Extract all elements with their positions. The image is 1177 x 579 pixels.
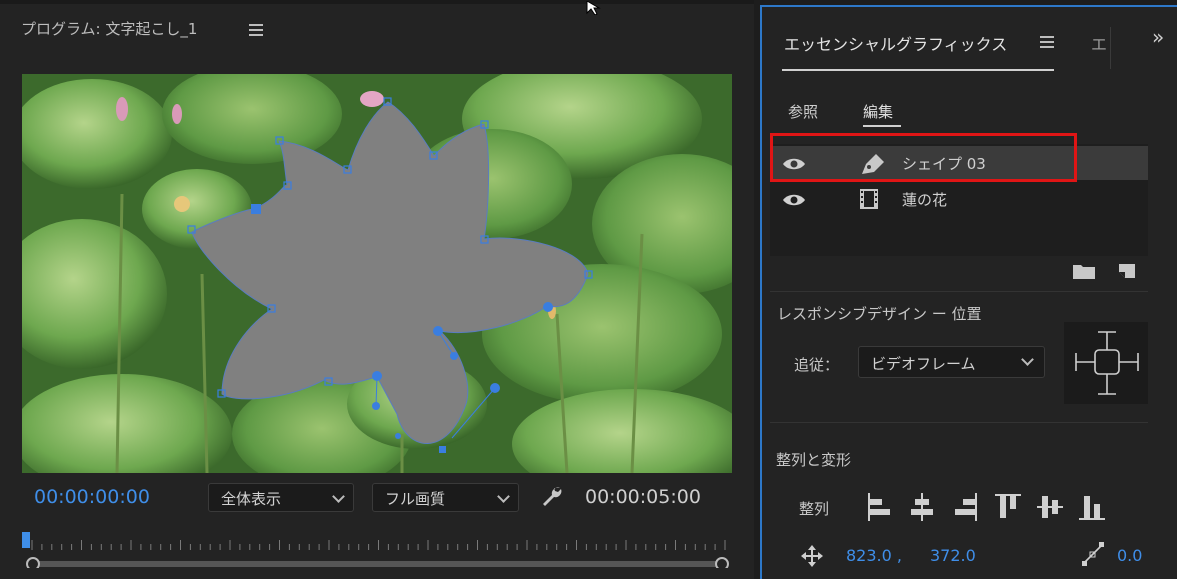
align-top-icon[interactable] [993,491,1023,523]
zoom-level-value: 全体表示 [221,490,282,508]
layer-name: 蓮の花 [902,191,948,209]
align-label: 整列 [799,500,830,518]
video-viewer[interactable] [22,74,732,473]
film-icon [858,188,880,214]
position-move-icon [800,544,824,572]
program-monitor-panel: プログラム: 文字起こし_1 00:00:00:00 全体表示 フル画質 00:… [0,0,754,579]
essential-graphics-tab-title[interactable]: エッセンシャルグラフィックス [784,31,1007,55]
active-tab-underline [782,69,1054,71]
section-divider [770,291,1148,292]
current-timecode[interactable]: 00:00:00:00 [34,486,150,508]
next-panel-tab[interactable]: エ [1091,31,1107,55]
align-left-icon[interactable] [865,491,895,523]
responsive-design-label: レスポンシブデザイン ー 位置 [777,305,982,323]
zoom-scroll-handle-left [26,557,40,568]
layer-list: シェイプ 03 蓮の花 [770,144,1148,256]
align-center-h-icon[interactable] [907,491,937,523]
pen-icon [858,152,886,180]
anchor-value[interactable]: 0.0 [1117,546,1142,565]
align-and-transform-label: 整列と変形 [776,451,852,469]
program-monitor-title[interactable]: プログラム: 文字起こし_1 [21,18,197,39]
zoom-level-select[interactable]: 全体表示 [208,483,354,512]
layer-row-shape[interactable]: シェイプ 03 [770,146,1148,180]
align-bottom-icon[interactable] [1077,491,1107,523]
position-x-value[interactable]: 823.0 , [846,546,902,565]
align-center-v-icon[interactable] [1035,491,1065,523]
panel-top-border [0,0,754,4]
position-y-value[interactable]: 372.0 [930,546,976,565]
tab-divider [1110,27,1111,69]
playhead-marker [22,532,30,548]
pin-position-widget[interactable] [1064,322,1148,404]
chevron-down-icon [1021,353,1034,366]
chevron-down-icon [497,490,510,503]
overflow-chevron-icon[interactable]: » [1152,25,1164,49]
tab-edit-underline [863,125,901,127]
zoom-scroll-handle-right [715,557,729,568]
layer-name: シェイプ 03 [902,155,986,173]
eye-icon[interactable] [782,156,806,176]
new-layer-icon[interactable] [1116,262,1138,284]
anchor-point-icon [1080,541,1106,571]
duration-timecode: 00:00:05:00 [585,486,701,508]
playback-quality-select[interactable]: フル画質 [372,483,519,512]
follow-select[interactable]: ビデオフレーム [858,346,1045,378]
tab-edit[interactable]: 編集 [863,101,893,122]
mouse-cursor-icon [585,0,605,19]
wrench-icon[interactable] [540,484,564,512]
hamburger-menu-icon[interactable] [249,24,263,36]
tab-browse[interactable]: 参照 [788,101,818,122]
align-right-icon[interactable] [950,491,980,523]
lotus-video-frame [22,74,732,473]
playback-quality-value: フル画質 [385,490,446,508]
follow-select-value: ビデオフレーム [871,355,976,373]
hamburger-menu-icon[interactable] [1040,36,1054,48]
layer-row-video[interactable]: 蓮の花 [770,182,1148,216]
timeline-ruler[interactable] [22,528,734,568]
follow-label: 追従： [794,356,840,374]
new-folder-icon[interactable] [1072,262,1096,284]
chevron-down-icon [332,490,345,503]
eye-icon[interactable] [782,192,806,212]
section-divider [770,422,1148,423]
essential-graphics-panel: エッセンシャルグラフィックス エ » 参照 編集 シェイプ 03 蓮の花 レスポ… [760,5,1177,579]
